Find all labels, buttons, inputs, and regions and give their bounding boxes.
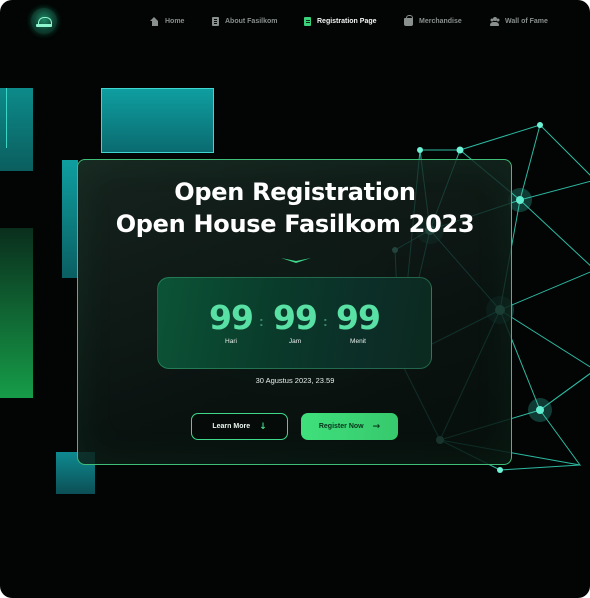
hero-title-line-2: Open House Fasilkom 2023 — [115, 210, 475, 238]
countdown-hours: 99 Jam — [265, 298, 325, 346]
countdown-days: 99 Hari — [201, 298, 261, 346]
learn-more-label: Learn More — [212, 423, 251, 430]
nav-about-fasilkom[interactable]: About Fasilkom — [212, 14, 278, 28]
nav-merchandise-label: Merchandise — [419, 17, 462, 25]
countdown-days-value: 99 — [209, 298, 254, 337]
building-icon — [212, 16, 219, 26]
countdown-minutes: 99 Menit — [328, 298, 388, 346]
register-now-label: Register Now — [318, 423, 364, 430]
people-icon — [490, 16, 499, 26]
home-icon — [150, 16, 159, 26]
registration-deadline: 30 Agustus 2023, 23.59 — [255, 376, 335, 385]
arrow-down-icon: ↓ — [259, 421, 267, 432]
shopping-bag-icon — [404, 15, 413, 26]
page-frame: Home About Fasilkom Registration Page Me… — [0, 0, 590, 598]
nav-wall-of-fame[interactable]: Wall of Fame — [490, 14, 548, 28]
nav-registration-label: Registration Page — [317, 17, 377, 25]
nav-registration-page[interactable]: Registration Page — [304, 14, 377, 28]
nav-wall-of-fame-label: Wall of Fame — [505, 17, 548, 25]
fasilkom-logo[interactable] — [31, 8, 57, 34]
decor-block-left-green — [0, 228, 33, 398]
countdown-days-label: Hari — [225, 338, 237, 345]
decor-block-top — [101, 88, 214, 153]
nav-home[interactable]: Home — [150, 14, 184, 28]
hero-title-line-1: Open Registration — [174, 178, 416, 206]
arrow-right-icon: → — [372, 421, 381, 432]
countdown-hours-label: Jam — [288, 338, 302, 345]
nav-about-label: About Fasilkom — [225, 17, 278, 25]
nav-home-label: Home — [165, 17, 185, 25]
countdown-separator: : — [259, 313, 264, 329]
top-navigation: Home About Fasilkom Registration Page Me… — [0, 0, 590, 42]
countdown-separator: : — [323, 313, 328, 329]
decor-block-left-top — [0, 88, 33, 171]
register-now-button[interactable]: Register Now → — [301, 413, 398, 440]
countdown-minutes-label: Menit — [350, 338, 366, 345]
nav-merchandise[interactable]: Merchandise — [404, 14, 462, 28]
countdown-minutes-value: 99 — [336, 298, 381, 337]
divider-chevron-icon — [281, 258, 311, 263]
learn-more-button[interactable]: Learn More ↓ — [191, 413, 288, 440]
document-icon — [304, 16, 311, 26]
countdown-hours-value: 99 — [273, 298, 318, 337]
